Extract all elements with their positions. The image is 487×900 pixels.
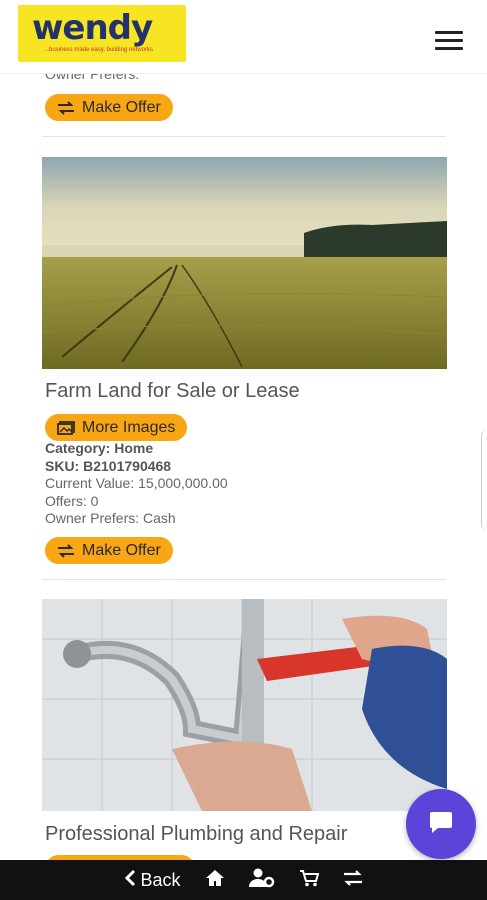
category-label: Category: Home bbox=[45, 440, 154, 456]
listing-title[interactable]: Professional Plumbing and Repair bbox=[45, 823, 347, 846]
wendy-logo[interactable]: wendy ...business made easy, building ne… bbox=[18, 5, 186, 62]
sku-label: SKU: B2101790468 bbox=[45, 457, 172, 474]
listing-title[interactable]: Farm Land for Sale or Lease bbox=[45, 380, 300, 403]
home-button[interactable] bbox=[205, 869, 225, 892]
exchange-icon bbox=[57, 543, 75, 558]
back-button[interactable]: Back bbox=[124, 869, 181, 892]
chevron-left-icon bbox=[124, 869, 136, 892]
scroll-edge-handle[interactable] bbox=[481, 430, 487, 530]
offers-count-label: Offers: 0 bbox=[45, 492, 99, 509]
exchange-icon bbox=[57, 100, 75, 115]
app-header: wendy ...business made easy, building ne… bbox=[0, 0, 487, 74]
make-offer-label: Make Offer bbox=[82, 98, 161, 116]
account-settings-button[interactable] bbox=[248, 868, 275, 893]
logo-tagline: ...business made easy, building networks bbox=[44, 47, 153, 53]
hamburger-menu-icon[interactable] bbox=[435, 31, 463, 53]
exchange-icon bbox=[343, 869, 363, 891]
current-value-label: Current Value: 15,000,000.00 bbox=[45, 475, 228, 491]
divider bbox=[42, 136, 446, 137]
divider bbox=[42, 579, 446, 580]
back-label: Back bbox=[140, 869, 181, 890]
farm-land-image[interactable] bbox=[42, 157, 447, 369]
more-images-button[interactable]: More Images bbox=[45, 414, 188, 441]
plumbing-image[interactable] bbox=[42, 599, 447, 811]
bottom-nav-bar: Back bbox=[0, 860, 487, 900]
cart-icon bbox=[299, 869, 319, 892]
home-icon bbox=[205, 869, 225, 892]
listing-details: Category: Home SKU: B2101790468 Current … bbox=[45, 440, 228, 528]
more-images-label: More Images bbox=[82, 418, 176, 436]
chat-bubble-icon bbox=[428, 810, 454, 839]
make-offer-label: Make Offer bbox=[82, 541, 161, 559]
chat-button[interactable] bbox=[406, 789, 476, 859]
offers-exchange-button[interactable] bbox=[343, 869, 363, 891]
cart-button[interactable] bbox=[299, 869, 319, 892]
owner-prefers-label: Owner Prefers: Cash bbox=[45, 510, 176, 526]
make-offer-button[interactable]: Make Offer bbox=[45, 94, 173, 121]
logo-text: wendy bbox=[32, 8, 153, 48]
images-icon bbox=[57, 420, 75, 435]
user-cog-icon bbox=[248, 868, 275, 893]
make-offer-button[interactable]: Make Offer bbox=[45, 537, 173, 564]
